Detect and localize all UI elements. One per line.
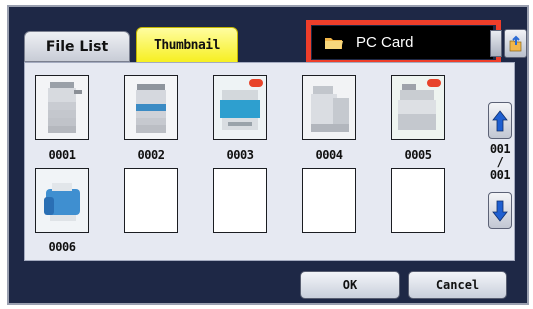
thumbnail-0002[interactable]: [124, 75, 178, 140]
thumbnail-empty[interactable]: [391, 168, 445, 233]
screen: File List Thumbnail PC Card 0001 0002 00…: [0, 0, 533, 309]
thumbnail-label: 0006: [48, 240, 76, 254]
cancel-label: Cancel: [435, 278, 480, 292]
thumbnail-empty[interactable]: [213, 168, 267, 233]
folder-icon: [325, 37, 343, 49]
media-name: PC Card: [356, 34, 414, 51]
tab-file-list[interactable]: File List: [24, 31, 130, 62]
thumbnail-label: 0004: [315, 148, 343, 162]
thumbnail-0006[interactable]: [35, 168, 89, 233]
copier-image-1: [36, 76, 88, 139]
ok-label: OK: [342, 278, 358, 292]
tab-thumbnail[interactable]: Thumbnail: [136, 27, 238, 64]
page-current: 001: [489, 142, 511, 156]
thumbnail-0005[interactable]: [391, 75, 445, 140]
thumbnail-0001[interactable]: [35, 75, 89, 140]
thumbnail-empty[interactable]: [124, 168, 178, 233]
ok-button[interactable]: OK: [300, 271, 400, 299]
thumbnail-label: 0002: [137, 148, 165, 162]
page-separator: /: [496, 155, 504, 169]
scroll-down-button[interactable]: [488, 192, 512, 229]
thumbnail-empty[interactable]: [302, 168, 356, 233]
arrow-up-icon: [492, 109, 508, 131]
media-dropdown-handle[interactable]: [490, 30, 502, 57]
thumbnail-0004[interactable]: [302, 75, 356, 140]
tab-thumbnail-label: Thumbnail: [154, 38, 220, 53]
copier-image-2: [125, 76, 177, 139]
media-selector[interactable]: PC Card: [312, 26, 493, 59]
thumbnail-label: 0005: [404, 148, 432, 162]
up-folder-icon: [509, 35, 522, 51]
up-folder-button[interactable]: [504, 29, 527, 58]
thumbnail-label: 0003: [226, 148, 254, 162]
scroll-up-button[interactable]: [488, 102, 512, 139]
cancel-button[interactable]: Cancel: [408, 271, 507, 299]
thumbnail-0003[interactable]: [213, 75, 267, 140]
arrow-down-icon: [492, 200, 508, 222]
copier-image-4: [303, 76, 355, 139]
fax-image-6: [36, 169, 88, 232]
new-badge: [249, 79, 263, 87]
page-total: 001: [489, 168, 511, 182]
tab-file-list-label: File List: [45, 38, 109, 55]
thumbnail-label: 0001: [48, 148, 76, 162]
new-badge: [427, 79, 441, 87]
